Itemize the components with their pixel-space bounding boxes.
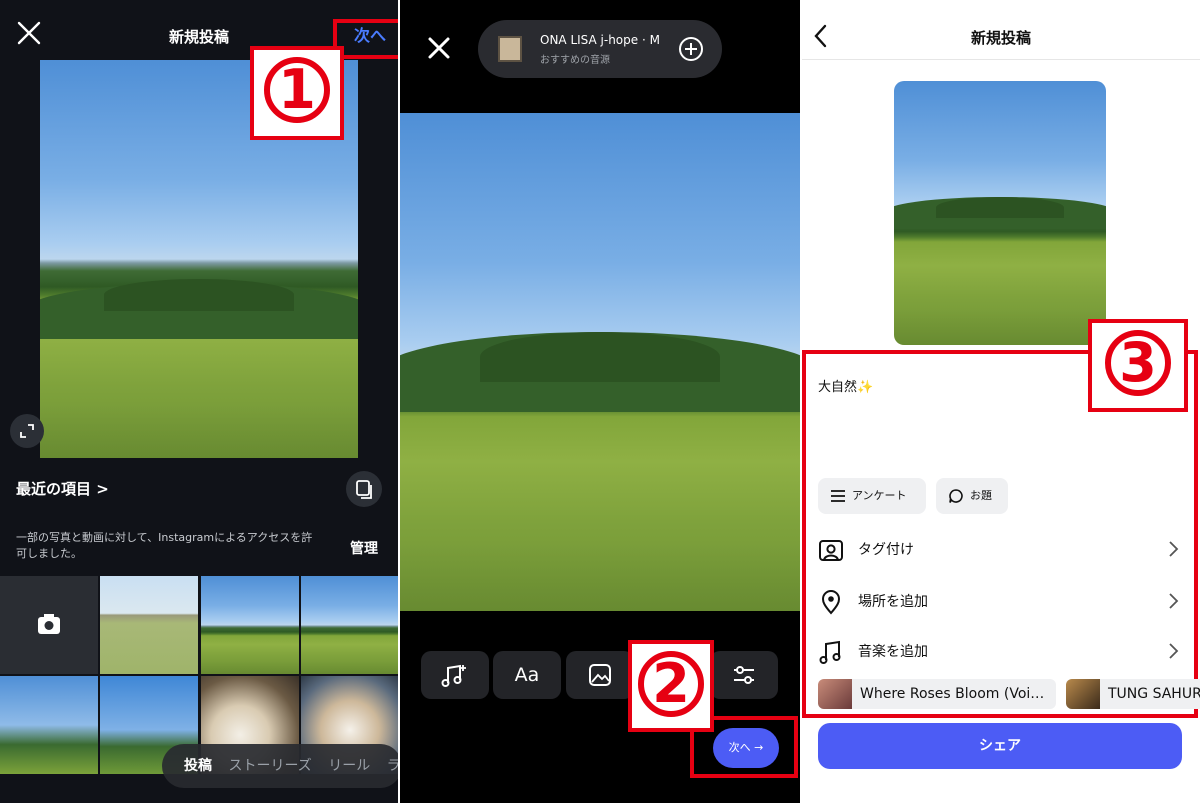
header-divider xyxy=(802,59,1200,60)
speech-bubble-icon xyxy=(949,489,963,503)
music-subtitle: おすすめの音源 xyxy=(540,55,610,66)
grid-thumbnail[interactable] xyxy=(0,676,98,774)
add-music-tool-button[interactable] xyxy=(421,651,489,699)
tab-stories[interactable]: ストーリーズ xyxy=(228,758,311,774)
text-tool-button[interactable]: Aa xyxy=(493,651,561,699)
music-suggestion-pill[interactable]: ONA LISA j-hope · M おすすめの音源 xyxy=(478,20,722,78)
row-label: 音楽を追加 xyxy=(858,644,928,660)
row-tag-people[interactable]: タグ付け xyxy=(802,525,1200,575)
poll-chip[interactable]: アンケート xyxy=(818,478,926,514)
camera-button[interactable] xyxy=(0,576,98,674)
sliders-icon xyxy=(734,666,754,684)
step-number-1: 1 xyxy=(264,57,330,123)
music-suggestion-item[interactable]: TUNG SAHUR xyxy=(1066,679,1200,709)
row-label: タグ付け xyxy=(858,542,914,558)
poll-chip-label: アンケート xyxy=(852,489,907,502)
song-title: Where Roses Bloom (Voi… xyxy=(860,686,1045,702)
music-title: ONA LISA j-hope · M xyxy=(540,33,660,47)
list-icon xyxy=(831,490,845,502)
share-button[interactable]: シェア xyxy=(818,723,1182,769)
multi-select-icon xyxy=(356,480,372,499)
tab-live[interactable]: ラ xyxy=(387,758,398,774)
adjust-tool-button[interactable] xyxy=(710,651,778,699)
chevron-right-icon xyxy=(1169,643,1179,659)
image-icon xyxy=(589,664,611,686)
tag-person-icon xyxy=(819,540,843,561)
recent-items-dropdown[interactable]: 最近の項目 > xyxy=(16,478,109,499)
multi-select-button[interactable] xyxy=(346,471,382,507)
tab-post[interactable]: 投稿 xyxy=(184,758,212,774)
expand-icon xyxy=(20,424,34,438)
new-post-panel: 新規投稿 3 大自然✨ アンケート お題 タグ付け 場所を追加 音楽を追加 Wh… xyxy=(802,0,1200,803)
topic-chip[interactable]: お題 xyxy=(936,478,1008,514)
music-suggestion-item[interactable]: Where Roses Bloom (Voi… xyxy=(818,679,1056,709)
annotation-step-1: 1 xyxy=(250,46,344,140)
gallery-picker-panel: 新規投稿 次へ 1 最近の項目 > 一部の写真と動画に対して、Instagram… xyxy=(0,0,398,803)
album-art xyxy=(818,679,852,709)
song-title: TUNG SAHUR xyxy=(1108,686,1200,702)
location-pin-icon xyxy=(821,590,841,615)
chevron-right-icon xyxy=(1169,541,1179,557)
annotation-step-2: 2 xyxy=(628,640,714,732)
camera-icon xyxy=(38,614,60,634)
manage-button[interactable]: 管理 xyxy=(350,538,378,558)
sticker-tool-button[interactable] xyxy=(566,651,634,699)
grid-thumbnail[interactable] xyxy=(201,576,299,674)
add-music-icon[interactable] xyxy=(678,36,704,62)
album-art xyxy=(1066,679,1100,709)
close-icon[interactable] xyxy=(424,33,454,63)
edit-panel: ONA LISA j-hope · M おすすめの音源 Aa 次へ → 2 xyxy=(400,0,800,803)
row-add-location[interactable]: 場所を追加 xyxy=(802,577,1200,627)
row-label: 場所を追加 xyxy=(858,594,928,610)
post-thumbnail xyxy=(894,81,1106,345)
edit-photo-preview xyxy=(400,113,800,611)
annotation-step-3: 3 xyxy=(1088,319,1188,412)
grid-thumbnail[interactable] xyxy=(100,576,198,674)
album-art xyxy=(498,36,522,62)
grid-thumbnail[interactable] xyxy=(301,576,398,674)
caption-input[interactable]: 大自然✨ xyxy=(818,376,873,395)
page-title: 新規投稿 xyxy=(970,29,1031,47)
tab-reels[interactable]: リール xyxy=(328,758,370,774)
chevron-right-icon xyxy=(1169,593,1179,609)
post-mode-tabs: 投稿 ストーリーズ リール ラ xyxy=(162,744,398,788)
music-note-icon xyxy=(441,664,466,687)
topic-chip-label: お題 xyxy=(970,489,992,502)
expand-crop-button[interactable] xyxy=(10,414,44,448)
step-number-3: 3 xyxy=(1105,330,1171,396)
row-add-music[interactable]: 音楽を追加 xyxy=(802,627,1200,677)
step-number-2: 2 xyxy=(638,651,704,717)
permission-notice: 一部の写真と動画に対して、Instagramによるアクセスを許可しました。 xyxy=(16,531,313,560)
music-note-icon xyxy=(819,640,841,664)
